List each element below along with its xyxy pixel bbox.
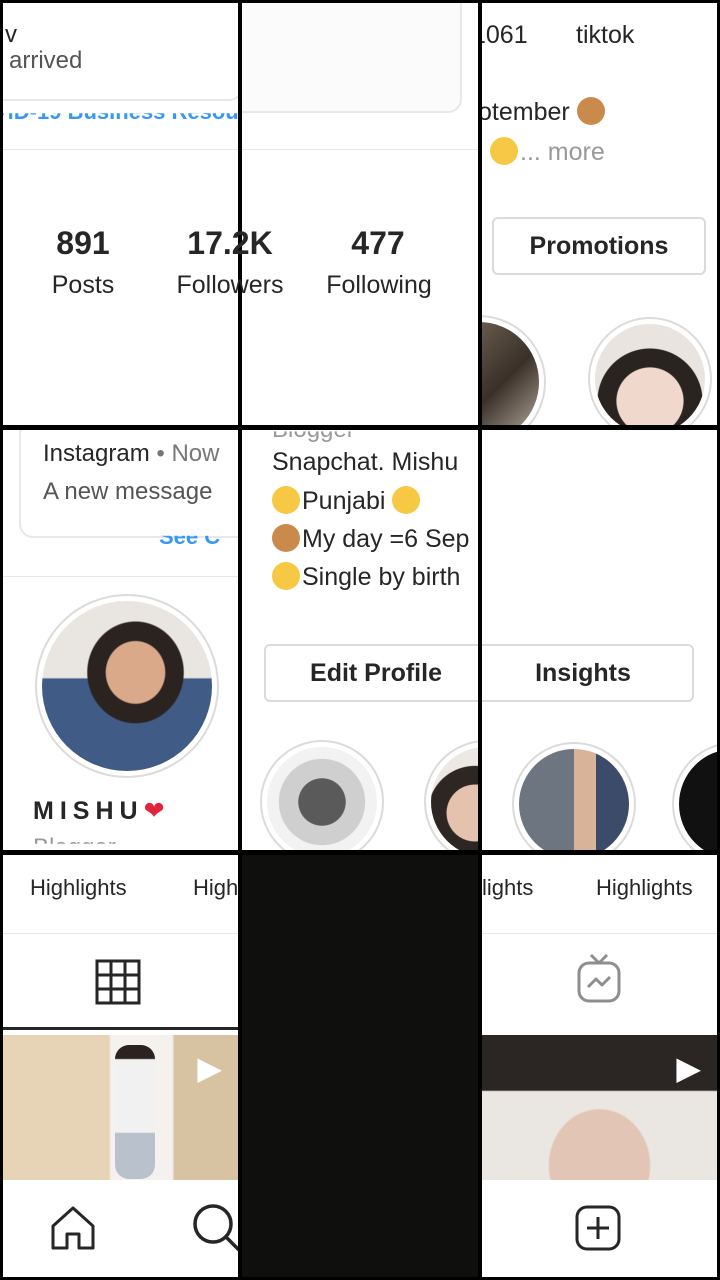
notification-arrived: arrived	[9, 47, 83, 74]
tile-stats-posts: v arrived VID-19 Business Resources 891 …	[3, 3, 238, 425]
bottom-nav	[482, 1180, 717, 1277]
story-highlight[interactable]	[588, 317, 712, 425]
monkey-emoji-icon	[272, 524, 300, 552]
home-icon[interactable]	[49, 1204, 97, 1257]
search-icon[interactable]	[191, 1202, 238, 1259]
divider	[3, 933, 238, 934]
divider	[482, 933, 717, 934]
play-icon: ▶	[197, 1050, 222, 1086]
bio-september: otember	[482, 97, 607, 127]
monkey-emoji-icon	[576, 97, 605, 125]
highlight-label: Highlights	[30, 875, 127, 900]
notification-card[interactable]: v arrived	[3, 3, 238, 101]
kiss-emoji-icon	[272, 486, 300, 514]
notification-card-fill	[242, 3, 462, 113]
profile-category-top: Blogger	[272, 431, 355, 444]
igtv-icon[interactable]	[576, 953, 622, 1010]
posts-label: Posts	[51, 271, 115, 299]
story-highlight[interactable]	[424, 740, 478, 850]
username-fragment: 1061	[482, 21, 528, 49]
insights-button[interactable]: Insights	[482, 644, 694, 702]
add-post-icon[interactable]	[574, 1204, 622, 1257]
tile-blank	[242, 855, 478, 1277]
promotions-button[interactable]: Promotions	[492, 217, 706, 275]
profile-category: Blogger	[33, 834, 116, 850]
profile-avatar[interactable]	[35, 594, 219, 778]
posts-count: 891	[56, 225, 110, 261]
smile-emoji-icon	[272, 562, 300, 590]
tile-bio: Blogger Snapchat. Mishu Punjabi My day =…	[242, 430, 478, 850]
smile-emoji-icon	[490, 137, 518, 165]
story-highlight[interactable]	[512, 742, 636, 850]
story-highlight[interactable]	[260, 740, 384, 850]
following-count: 477	[351, 225, 405, 261]
tile-promotions: 1061 tiktok otember ... more Promotions	[482, 3, 717, 425]
tile-highlights-grid: Highlights High ▶	[3, 855, 238, 1277]
highlight-label: lights	[482, 875, 534, 900]
story-highlight[interactable]	[672, 742, 717, 850]
notification-app: Instagram • Now	[43, 440, 220, 467]
highlight-label: Highlights	[596, 875, 693, 900]
followers-count: 17.2K	[187, 225, 273, 261]
bio-line-2: Punjabi	[272, 486, 422, 516]
profile-name: MISHU❤	[33, 797, 165, 825]
notification-card[interactable]: Instagram • Now A new message	[19, 430, 238, 538]
post-thumbnail[interactable]: ▶	[482, 1035, 717, 1180]
grid-icon[interactable]	[95, 959, 141, 1005]
divider	[3, 149, 238, 150]
play-icon: ▶	[676, 1050, 701, 1086]
story-highlight[interactable]	[482, 315, 546, 425]
divider	[3, 576, 238, 577]
bio-line-3: My day =6 Sep	[272, 524, 469, 554]
tiktok-text: tiktok	[576, 21, 635, 49]
bio-line-4: Single by birth	[272, 562, 460, 592]
notification-fragment-v: v	[5, 21, 17, 48]
post-thumbnail[interactable]: ▶	[3, 1035, 238, 1180]
edit-profile-button[interactable]: Edit Profile	[264, 644, 478, 702]
covid-resources-link[interactable]: VID-19 Business Resources	[3, 113, 238, 125]
followers-label: Followers	[176, 271, 284, 299]
tile-highlights-igtv: lights Highlights ▶	[482, 855, 717, 1277]
notification-message: A new message	[43, 478, 213, 505]
heart-icon: ❤	[143, 797, 165, 825]
tile-insights: Insights	[482, 430, 717, 850]
highlight-label: High	[193, 875, 238, 900]
divider	[242, 149, 478, 150]
following-label: Following	[326, 271, 432, 299]
bio-line-1: Snapchat. Mishu	[272, 448, 459, 476]
tile-stats-followers: 477 Following	[242, 3, 478, 425]
bio-more[interactable]: ... more	[490, 137, 605, 167]
bottom-nav	[3, 1180, 238, 1277]
kiss-emoji-icon	[392, 486, 421, 514]
grid-tab-indicator	[3, 1027, 238, 1030]
tile-profile: Instagram • Now A new message See C MISH…	[3, 430, 238, 850]
